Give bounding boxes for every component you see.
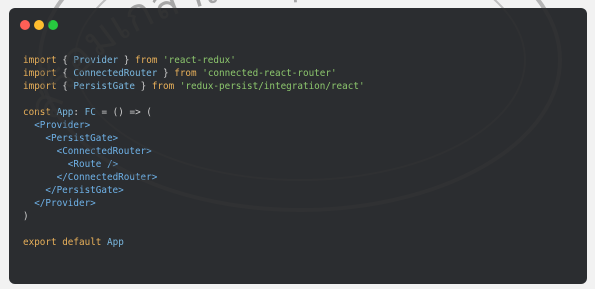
code-token: 'connected-react-router' (202, 68, 337, 79)
code-token: <Provider> (34, 120, 91, 131)
code-line: </ConnectedRouter> (23, 171, 365, 184)
code-token: ) (23, 211, 29, 222)
code-token: </Provider> (34, 198, 96, 209)
code-token: ( (146, 107, 152, 118)
code-token: FC (84, 107, 96, 118)
code-line: </Provider> (23, 197, 365, 210)
code-token: import (23, 55, 57, 66)
code-line: <ConnectedRouter> (23, 145, 365, 158)
code-token: const (23, 107, 51, 118)
code-line: </PersistGate> (23, 184, 365, 197)
code-token: from (174, 68, 197, 79)
code-token: <Route /> (67, 159, 119, 170)
code-token: PersistGate (73, 81, 135, 92)
code-line: <Provider> (23, 119, 365, 132)
code-line: const App: FC = () => ( (23, 106, 365, 119)
window-titlebar (9, 8, 587, 42)
code-token: import (23, 68, 57, 79)
code-line: <PersistGate> (23, 132, 365, 145)
zoom-button[interactable] (48, 20, 58, 30)
code-token: </PersistGate> (45, 185, 124, 196)
code-line: import { PersistGate } from 'redux-persi… (23, 80, 365, 93)
code-token: import (23, 81, 57, 92)
code-token: <PersistGate> (45, 133, 119, 144)
code-token: ConnectedRouter (73, 68, 158, 79)
code-line: import { Provider } from 'react-redux' (23, 54, 365, 67)
code-line: export default App (23, 236, 365, 249)
minimize-button[interactable] (34, 20, 44, 30)
code-line: import { ConnectedRouter } from 'connect… (23, 67, 365, 80)
code-token: => (129, 107, 141, 118)
code-token: </ConnectedRouter> (56, 172, 158, 183)
code-token: 'react-redux' (163, 55, 236, 66)
code-token: App (56, 107, 74, 118)
code-token: default (62, 237, 102, 248)
code-window: import { Provider } from 'react-redux' im… (9, 8, 587, 284)
code-token: App (107, 237, 124, 248)
close-button[interactable] (20, 20, 30, 30)
code-token: <ConnectedRouter> (56, 146, 152, 157)
code-line: ) (23, 210, 365, 223)
code-line: <Route /> (23, 158, 365, 171)
code-token: () (112, 107, 124, 118)
code-block: import { Provider } from 'react-redux' im… (23, 54, 365, 249)
code-token: from (151, 81, 175, 92)
code-token: Provider (73, 55, 119, 66)
code-token: 'redux-persist/integration/react' (179, 81, 365, 92)
code-token: export (23, 237, 57, 248)
code-token: from (135, 55, 158, 66)
